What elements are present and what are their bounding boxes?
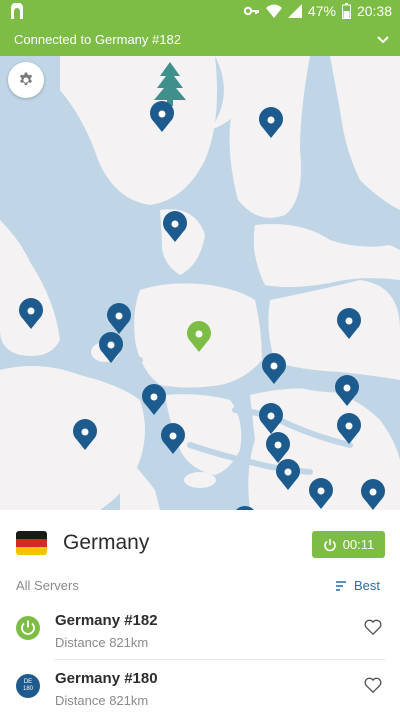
disconnect-button[interactable]: 00:11 [312, 531, 385, 558]
badge-country: DE [23, 679, 33, 685]
signal-icon [287, 4, 302, 18]
server-name: Germany #182 [55, 612, 158, 629]
server-row[interactable]: DE 180 Germany #180 Distance 821km [0, 666, 400, 722]
clock: 20:38 [356, 3, 392, 19]
server-distance: Distance 821km [55, 693, 149, 708]
heart-icon[interactable] [364, 618, 382, 636]
status-bar: 47% 20:38 [0, 0, 400, 24]
all-servers-label: All Servers [16, 578, 79, 593]
server-map[interactable] [0, 56, 400, 510]
power-connected-icon [16, 616, 40, 640]
germany-flag-icon [16, 531, 47, 555]
selected-country: Germany [63, 531, 150, 554]
settings-button[interactable] [8, 62, 44, 98]
connection-timer: 00:11 [342, 537, 375, 552]
server-distance: Distance 821km [55, 635, 149, 650]
server-badge-icon: DE 180 [16, 674, 40, 698]
battery-percent: 47% [307, 3, 336, 19]
power-icon [323, 538, 336, 551]
app-logo-icon [11, 3, 23, 19]
row-divider [55, 659, 385, 660]
sort-button[interactable]: Best [335, 578, 380, 593]
server-row[interactable]: Germany #182 Distance 821km [0, 608, 400, 664]
map-canvas[interactable] [0, 56, 400, 510]
wifi-icon [265, 4, 282, 18]
connection-status-text: Connected to Germany #182 [14, 32, 181, 47]
badge-number: 180 [22, 686, 33, 692]
server-name: Germany #180 [55, 670, 158, 687]
key-icon [243, 6, 259, 16]
sort-label: Best [353, 578, 380, 593]
gear-icon [20, 72, 32, 86]
battery-icon [341, 3, 351, 19]
connection-status-bar[interactable]: Connected to Germany #182 [0, 24, 400, 56]
status-indicators: 47% 20:38 [243, 3, 392, 19]
sort-icon [335, 580, 346, 591]
chevron-down-icon[interactable] [376, 33, 390, 47]
heart-icon[interactable] [364, 676, 382, 694]
